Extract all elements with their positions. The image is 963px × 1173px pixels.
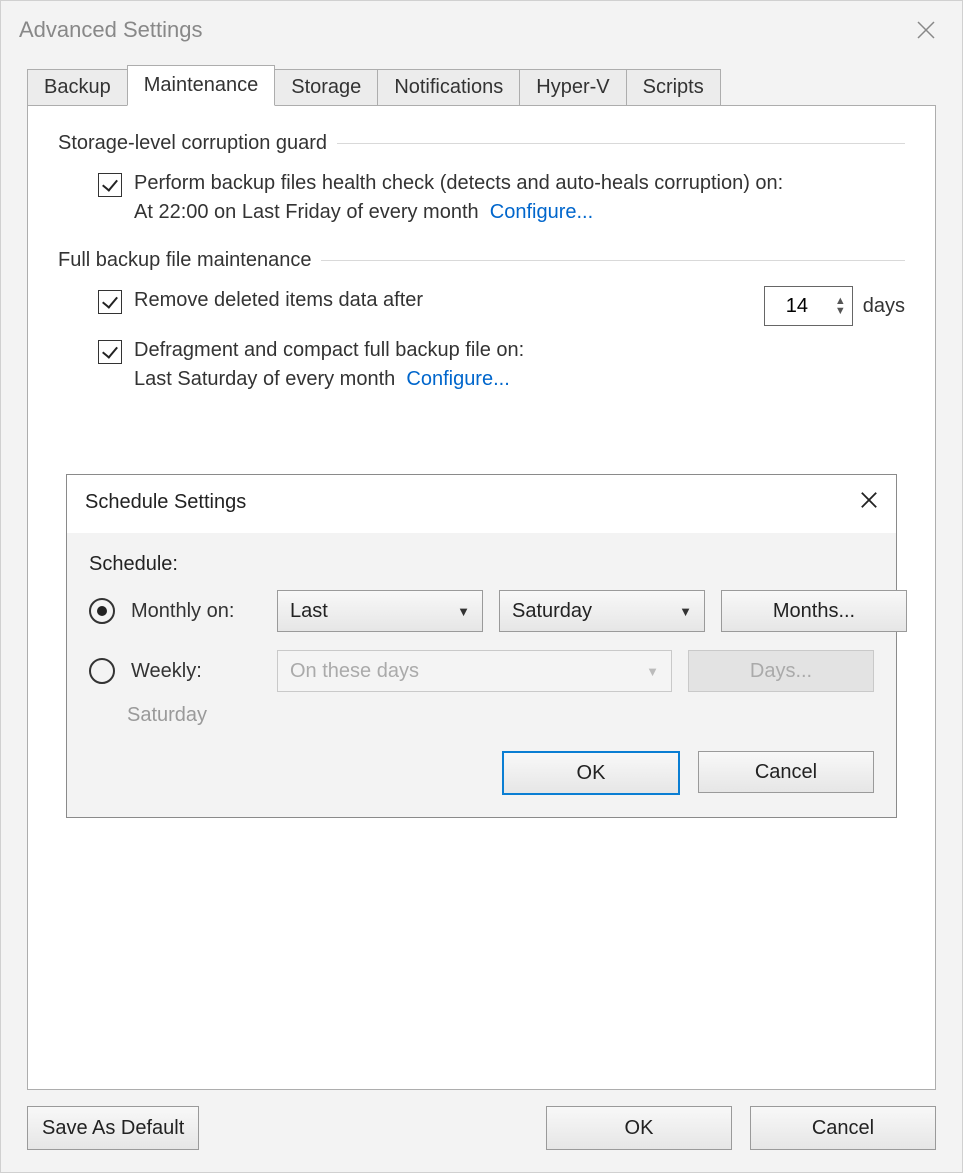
schedule-monthly-row: Monthly on: Last ▼ Saturday ▼ Months... xyxy=(89,590,874,632)
schedule-ok-button[interactable]: OK xyxy=(502,751,680,795)
days-button: Days... xyxy=(688,650,874,692)
schedule-dialog-title: Schedule Settings xyxy=(85,491,246,514)
weekly-radio-label: Weekly: xyxy=(131,660,261,683)
chevron-down-icon: ▼ xyxy=(679,604,692,619)
group-title: Storage-level corruption guard xyxy=(58,132,327,155)
tab-panel-maintenance: Storage-level corruption guard Perform b… xyxy=(27,105,936,1090)
close-icon xyxy=(860,491,878,509)
defragment-option: Defragment and compact full backup file … xyxy=(58,336,905,394)
advanced-settings-dialog: Advanced Settings Backup Maintenance Sto… xyxy=(0,0,963,1173)
defragment-label-line1: Defragment and compact full backup file … xyxy=(134,336,524,365)
monthly-ordinal-select[interactable]: Last ▼ xyxy=(277,590,483,632)
tab-notifications[interactable]: Notifications xyxy=(377,69,520,105)
weekly-days-select: On these days ▼ xyxy=(277,650,672,692)
weekly-radio[interactable] xyxy=(89,658,115,684)
defragment-schedule: Last Saturday of every month xyxy=(134,368,395,390)
chevron-down-icon: ▼ xyxy=(646,664,659,679)
tab-hyperv[interactable]: Hyper-V xyxy=(519,69,626,105)
tab-backup[interactable]: Backup xyxy=(27,69,128,105)
tab-scripts[interactable]: Scripts xyxy=(626,69,721,105)
save-as-default-button[interactable]: Save As Default xyxy=(27,1106,199,1150)
remove-deleted-option: Remove deleted items data after ▲ ▼ days xyxy=(58,286,905,326)
schedule-settings-dialog: Schedule Settings Schedule: Monthly on: xyxy=(66,474,897,818)
dialog-title: Advanced Settings xyxy=(19,17,202,43)
close-icon xyxy=(916,20,936,40)
group-file-maintenance: Full backup file maintenance xyxy=(58,249,905,272)
cancel-button[interactable]: Cancel xyxy=(750,1106,936,1150)
health-check-option: Perform backup files health check (detec… xyxy=(58,169,905,227)
health-check-schedule: At 22:00 on Last Friday of every month xyxy=(134,201,479,223)
chevron-down-icon: ▼ xyxy=(457,604,470,619)
schedule-label: Schedule: xyxy=(89,553,874,576)
titlebar: Advanced Settings xyxy=(1,1,962,59)
schedule-cancel-button[interactable]: Cancel xyxy=(698,751,874,793)
group-corruption-guard: Storage-level corruption guard xyxy=(58,132,905,155)
schedule-close-button[interactable] xyxy=(860,489,878,515)
health-check-checkbox[interactable] xyxy=(98,173,122,197)
remove-deleted-label: Remove deleted items data after xyxy=(134,286,423,315)
months-button[interactable]: Months... xyxy=(721,590,907,632)
days-unit: days xyxy=(863,295,905,318)
group-title: Full backup file maintenance xyxy=(58,249,311,272)
remove-deleted-days-spinner[interactable]: ▲ ▼ xyxy=(764,286,853,326)
ok-button[interactable]: OK xyxy=(546,1106,732,1150)
monthly-radio[interactable] xyxy=(89,598,115,624)
remove-deleted-checkbox[interactable] xyxy=(98,290,122,314)
defragment-checkbox[interactable] xyxy=(98,340,122,364)
dialog-footer: Save As Default OK Cancel xyxy=(1,1090,962,1172)
tab-maintenance[interactable]: Maintenance xyxy=(127,65,276,106)
remove-deleted-days-input[interactable] xyxy=(765,287,829,325)
close-button[interactable] xyxy=(908,12,944,48)
tabs: Backup Maintenance Storage Notifications… xyxy=(27,65,936,105)
dialog-body: Backup Maintenance Storage Notifications… xyxy=(1,59,962,1090)
weekly-days-note: Saturday xyxy=(89,704,874,727)
monthly-day-select[interactable]: Saturday ▼ xyxy=(499,590,705,632)
monthly-radio-label: Monthly on: xyxy=(131,600,261,623)
defragment-configure-link[interactable]: Configure... xyxy=(406,368,509,390)
tab-storage[interactable]: Storage xyxy=(274,69,378,105)
health-check-configure-link[interactable]: Configure... xyxy=(490,201,593,223)
health-check-label-line1: Perform backup files health check (detec… xyxy=(134,169,783,198)
schedule-weekly-row: Weekly: On these days ▼ Days... xyxy=(89,650,874,692)
chevron-down-icon[interactable]: ▼ xyxy=(835,306,846,316)
